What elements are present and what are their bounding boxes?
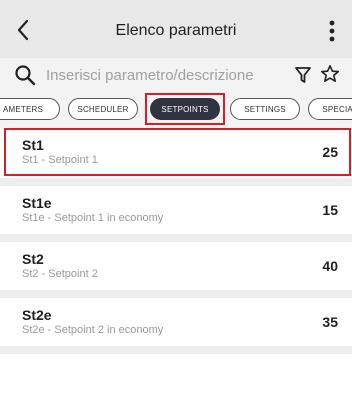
- parameter-row-st2[interactable]: St2 St2 - Setpoint 2 40: [0, 242, 352, 290]
- category-tabs: AMETERS SCHEDULER SETPOINTS SETTINGS SPE…: [0, 92, 352, 128]
- parameter-value: 40: [322, 258, 338, 274]
- kebab-menu-icon: [329, 20, 335, 42]
- app-header: Elenco parametri: [0, 0, 352, 58]
- tab-parameters[interactable]: AMETERS: [0, 98, 60, 120]
- parameter-description: St1e - Setpoint 1 in economy: [22, 212, 164, 224]
- divider: [0, 178, 352, 186]
- search-input[interactable]: [46, 63, 278, 87]
- parameter-row-st2e[interactable]: St2e St2e - Setpoint 2 in economy 35: [0, 298, 352, 346]
- page-title: Elenco parametri: [115, 22, 237, 39]
- search-bar: [0, 58, 352, 92]
- divider: [0, 234, 352, 242]
- parameter-description: St1 - Setpoint 1: [22, 154, 98, 166]
- parameter-row-st1[interactable]: St1 St1 - Setpoint 1 25: [0, 128, 352, 176]
- tab-scheduler[interactable]: SCHEDULER: [68, 98, 138, 120]
- parameter-value: 25: [322, 144, 338, 160]
- parameter-value: 15: [322, 202, 338, 218]
- tab-special[interactable]: SPECIAL: [308, 98, 352, 120]
- parameter-description: St2e - Setpoint 2 in economy: [22, 324, 164, 336]
- parameter-value: 35: [322, 314, 338, 330]
- parameter-code: St2e: [22, 307, 52, 323]
- tab-highlight-box: [145, 93, 225, 125]
- parameter-row-st1e[interactable]: St1e St1e - Setpoint 1 in economy 15: [0, 186, 352, 234]
- parameter-code: St2: [22, 251, 44, 267]
- divider: [0, 290, 352, 298]
- search-icon: [15, 65, 36, 86]
- more-menu-button[interactable]: [326, 19, 338, 43]
- filter-icon[interactable]: [294, 65, 312, 85]
- tab-settings[interactable]: SETTINGS: [230, 98, 300, 120]
- parameter-description: St2 - Setpoint 2: [22, 268, 98, 280]
- star-icon[interactable]: [320, 64, 340, 84]
- parameter-code: St1e: [22, 195, 52, 211]
- divider: [0, 346, 352, 354]
- parameter-code: St1: [22, 137, 44, 153]
